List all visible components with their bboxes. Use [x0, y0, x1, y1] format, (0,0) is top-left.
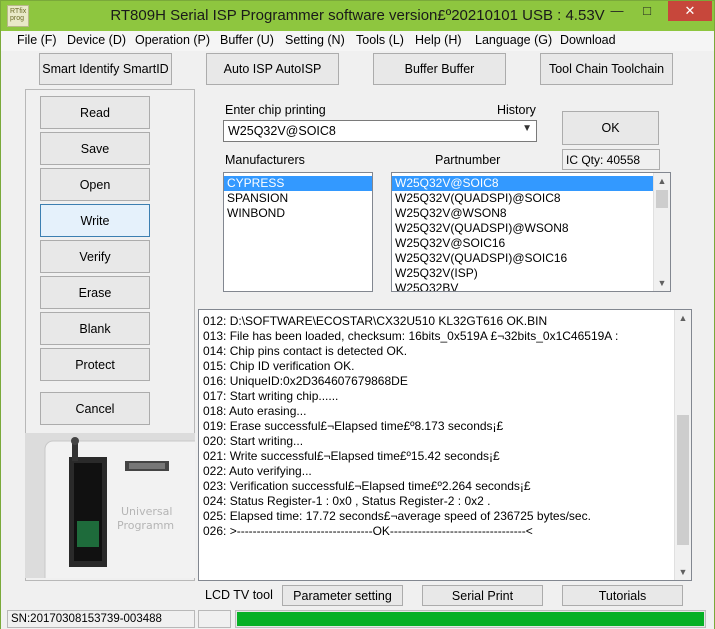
- menu-operation[interactable]: Operation (P): [135, 33, 210, 47]
- manufacturer-item[interactable]: CYPRESS: [224, 176, 372, 191]
- serial-number: SN:20170308153739-003488: [7, 610, 195, 628]
- programmer-device-image: Universal Programm: [25, 433, 195, 578]
- open-button[interactable]: Open: [40, 168, 150, 201]
- partnumber-scrollbar[interactable]: ▲ ▼: [653, 173, 670, 291]
- write-button[interactable]: Write: [40, 204, 150, 237]
- progress-fill: [237, 612, 704, 626]
- menu-tools[interactable]: Tools (L): [356, 33, 404, 47]
- log-line: 022: Auto verifying...: [203, 464, 312, 478]
- menu-device[interactable]: Device (D): [67, 33, 126, 47]
- partnumber-item[interactable]: W25Q32V@SOIC16: [392, 236, 670, 251]
- log-output: 012: D:\SOFTWARE\ECOSTAR\CX32U510 KL32GT…: [198, 309, 692, 581]
- log-line: 013: File has been loaded, checksum: 16b…: [203, 329, 619, 343]
- menu-help[interactable]: Help (H): [415, 33, 462, 47]
- cancel-button[interactable]: Cancel: [40, 392, 150, 425]
- menu-download[interactable]: Download: [560, 33, 616, 47]
- partnumber-item[interactable]: W25Q32V(QUADSPI)@WSON8: [392, 221, 670, 236]
- chevron-down-icon[interactable]: ▼: [522, 123, 532, 134]
- buffer-button[interactable]: Buffer Buffer: [373, 53, 506, 85]
- manufacturers-list[interactable]: CYPRESS SPANSION WINBOND: [223, 172, 373, 292]
- save-button[interactable]: Save: [40, 132, 150, 165]
- menu-language[interactable]: Language (G): [475, 33, 552, 47]
- log-line: 012: D:\SOFTWARE\ECOSTAR\CX32U510 KL32GT…: [203, 314, 548, 328]
- scroll-up-icon[interactable]: ▲: [675, 310, 691, 326]
- ok-button[interactable]: OK: [562, 111, 659, 145]
- ic-quantity: IC Qty: 40558: [562, 149, 660, 170]
- partnumber-list[interactable]: W25Q32V@SOIC8 W25Q32V(QUADSPI)@SOIC8 W25…: [391, 172, 671, 292]
- log-line: 018: Auto erasing...: [203, 404, 307, 418]
- scroll-thumb[interactable]: [656, 190, 668, 208]
- log-line: 026: >----------------------------------…: [203, 524, 533, 538]
- chip-printing-combo[interactable]: W25Q32V@SOIC8 ▼: [223, 120, 537, 142]
- menu-setting[interactable]: Setting (N): [285, 33, 345, 47]
- close-button[interactable]: ✕: [668, 1, 712, 21]
- auto-isp-button[interactable]: Auto ISP AutoISP: [206, 53, 339, 85]
- parameter-setting-button[interactable]: Parameter setting: [282, 585, 403, 606]
- title-bar[interactable]: RTfix prog RT809H Serial ISP Programmer …: [1, 1, 714, 31]
- lcd-tv-tool-label: LCD TV tool: [205, 588, 273, 602]
- protect-button[interactable]: Protect: [40, 348, 150, 381]
- log-line: 023: Verification successful£¬Elapsed ti…: [203, 479, 531, 493]
- partnumber-label: Partnumber: [435, 153, 501, 167]
- partnumber-item[interactable]: W25Q32V@SOIC8: [392, 176, 653, 191]
- blank-button[interactable]: Blank: [40, 312, 150, 345]
- log-line: 016: UniqueID:0x2D364607679868DE: [203, 374, 408, 388]
- verify-button[interactable]: Verify: [40, 240, 150, 273]
- scroll-thumb[interactable]: [677, 415, 689, 545]
- scroll-down-icon[interactable]: ▼: [675, 564, 691, 580]
- scroll-up-icon[interactable]: ▲: [654, 173, 670, 189]
- partnumber-item[interactable]: W25Q32V(QUADSPI)@SOIC16: [392, 251, 670, 266]
- log-line: 015: Chip ID verification OK.: [203, 359, 355, 373]
- status-empty-cell: [198, 610, 231, 628]
- log-line: 021: Write successful£¬Elapsed time£º15.…: [203, 449, 500, 463]
- log-line: 024: Status Register-1 : 0x0 , Status Re…: [203, 494, 491, 508]
- log-line: 025: Elapsed time: 17.72 seconds£¬averag…: [203, 509, 591, 523]
- scroll-down-icon[interactable]: ▼: [654, 275, 670, 291]
- smart-identify-button[interactable]: Smart Identify SmartID: [39, 53, 172, 85]
- menu-buffer[interactable]: Buffer (U): [220, 33, 274, 47]
- maximize-button[interactable]: □: [633, 1, 661, 21]
- log-scrollbar[interactable]: ▲ ▼: [674, 310, 691, 580]
- enter-chip-label: Enter chip printing: [225, 103, 326, 117]
- minimize-button[interactable]: —: [603, 1, 631, 21]
- manufacturers-label: Manufacturers: [225, 153, 305, 167]
- photo-text-universal: Universal: [121, 505, 172, 518]
- history-label: History: [497, 103, 536, 117]
- manufacturer-item[interactable]: WINBOND: [224, 206, 372, 221]
- main-window: RTfix prog RT809H Serial ISP Programmer …: [0, 0, 715, 629]
- chip-printing-value: W25Q32V@SOIC8: [228, 124, 336, 138]
- photo-text-programmer: Programm: [117, 519, 174, 532]
- menu-file[interactable]: File (F): [17, 33, 57, 47]
- programmer-device-illustration: Universal Programm: [25, 433, 195, 578]
- log-line: 017: Start writing chip......: [203, 389, 339, 403]
- partnumber-item[interactable]: W25Q32V@WSON8: [392, 206, 670, 221]
- log-line: 020: Start writing...: [203, 434, 304, 448]
- tutorials-button[interactable]: Tutorials: [562, 585, 683, 606]
- read-button[interactable]: Read: [40, 96, 150, 129]
- log-line: 019: Erase successful£¬Elapsed time£º8.1…: [203, 419, 504, 433]
- serial-print-button[interactable]: Serial Print: [422, 585, 543, 606]
- progress-bar: [235, 610, 706, 628]
- manufacturer-item[interactable]: SPANSION: [224, 191, 372, 206]
- menu-bar: File (F) Device (D) Operation (P) Buffer…: [1, 31, 714, 51]
- partnumber-item[interactable]: W25Q32V(QUADSPI)@SOIC8: [392, 191, 670, 206]
- partnumber-item[interactable]: W25Q32V(ISP): [392, 266, 670, 281]
- log-line: 014: Chip pins contact is detected OK.: [203, 344, 408, 358]
- partnumber-item[interactable]: W25Q32BV: [392, 281, 670, 291]
- tool-chain-button[interactable]: Tool Chain Toolchain: [540, 53, 673, 85]
- erase-button[interactable]: Erase: [40, 276, 150, 309]
